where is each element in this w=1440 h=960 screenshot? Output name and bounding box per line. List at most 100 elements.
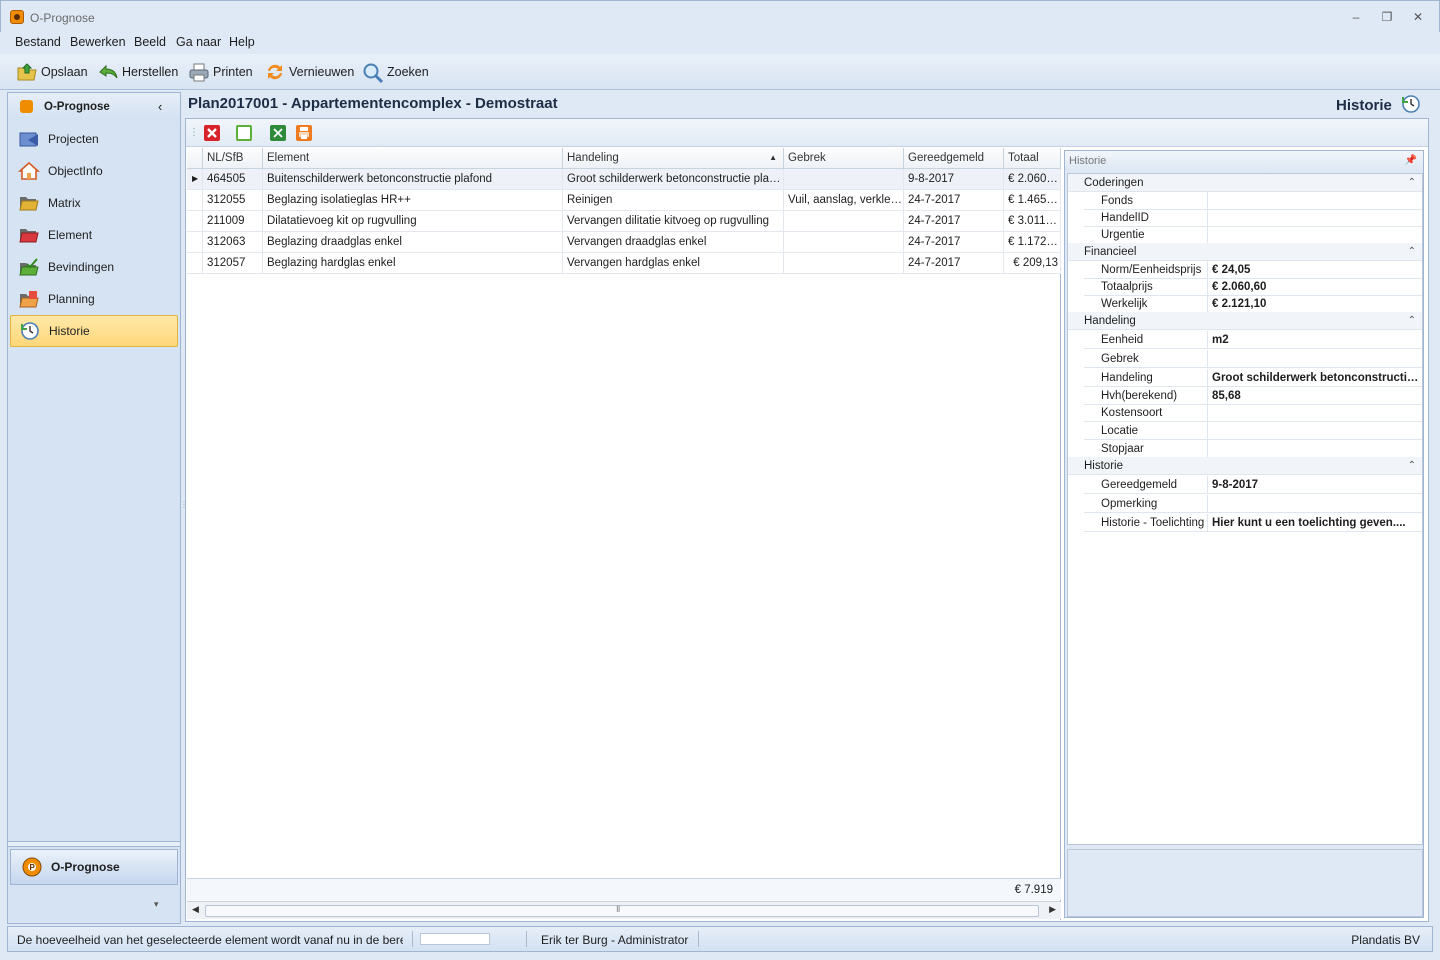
sidebar-item-objectinfo[interactable]: ObjectInfo [10, 155, 178, 187]
property-value[interactable] [1208, 495, 1422, 513]
cell-gereedgemeld[interactable]: 9-8-2017 [904, 169, 1004, 190]
property-value[interactable] [1208, 350, 1422, 368]
save-button[interactable]: Opslaan [16, 60, 88, 84]
property-row[interactable]: Gereedgemeld 9-8-2017 [1084, 476, 1422, 494]
refresh-button[interactable]: Vernieuwen [264, 60, 354, 84]
cell-element[interactable]: Buitenschilderwerk betonconstructie plaf… [263, 169, 563, 190]
cell-handeling[interactable]: Reinigen [563, 190, 784, 211]
cell-nlsfb[interactable]: 312055 [203, 190, 263, 211]
maximize-button[interactable]: ❐ [1376, 8, 1398, 26]
cell-element[interactable]: Beglazing hardglas enkel [263, 253, 563, 274]
cell-gebrek[interactable] [784, 211, 904, 232]
column-header-element[interactable]: Element [263, 148, 563, 169]
sidebar-item-bevindingen[interactable]: Bevindingen [10, 251, 178, 283]
property-value[interactable]: Hier kunt u een toelichting geven.... [1208, 514, 1422, 532]
property-row[interactable]: Fonds [1084, 192, 1422, 210]
cell-nlsfb[interactable]: 312057 [203, 253, 263, 274]
menu-beeld[interactable]: Beeld [134, 35, 166, 49]
table-row[interactable]: 312063 Beglazing draadglas enkel Vervang… [187, 232, 1061, 253]
property-value[interactable] [1208, 404, 1422, 422]
property-row[interactable]: Werkelijk € 2.121,10 [1084, 295, 1422, 313]
property-row[interactable]: Totaalprijs € 2.060,60 [1084, 278, 1422, 296]
property-row[interactable]: Eenheid m2 [1084, 331, 1422, 349]
category-financieel[interactable]: Financieel ⌃ [1068, 243, 1422, 261]
pin-icon[interactable]: 📌 [1405, 151, 1417, 171]
cell-gebrek[interactable] [784, 169, 904, 190]
restore-button[interactable]: Herstellen [97, 60, 178, 84]
property-row[interactable]: HandelID [1084, 209, 1422, 227]
category-historie[interactable]: Historie ⌃ [1068, 457, 1422, 475]
column-header-gebrek[interactable]: Gebrek [784, 148, 904, 169]
property-row[interactable]: Historie - Toelichting Hier kunt u een to… [1084, 514, 1422, 532]
property-row[interactable]: Urgentie [1084, 226, 1422, 244]
property-row[interactable]: Locatie [1084, 422, 1422, 440]
cell-handeling[interactable]: Groot schilderwerk betonconstructie plaf… [563, 169, 784, 190]
property-value[interactable] [1208, 422, 1422, 440]
cell-element[interactable]: Beglazing isolatieglas HR++ [263, 190, 563, 211]
column-header-handeling[interactable]: Handeling ▲ [563, 148, 784, 169]
property-value[interactable]: € 2.060,60 [1208, 278, 1422, 296]
cell-totaal[interactable]: € 3.011,45 [1004, 211, 1061, 232]
close-button[interactable]: ✕ [1407, 8, 1429, 26]
category-handeling[interactable]: Handeling ⌃ [1068, 312, 1422, 330]
property-value[interactable]: 9-8-2017 [1208, 476, 1422, 494]
cell-handeling[interactable]: Vervangen hardglas enkel [563, 253, 784, 274]
sidebar-item-matrix[interactable]: Matrix [10, 187, 178, 219]
menu-bewerken[interactable]: Bewerken [70, 35, 126, 49]
delete-icon[interactable] [204, 125, 220, 141]
cell-totaal[interactable]: € 1.172,72 [1004, 232, 1061, 253]
category-coderingen[interactable]: Coderingen ⌃ [1068, 174, 1422, 192]
menu-bestand[interactable]: Bestand [15, 35, 61, 49]
cell-nlsfb[interactable]: 211009 [203, 211, 263, 232]
menu-help[interactable]: Help [229, 35, 255, 49]
sidebar-resize-grip[interactable]: ⋮ [180, 500, 188, 516]
minimize-button[interactable]: – [1345, 8, 1367, 26]
cell-gereedgemeld[interactable]: 24-7-2017 [904, 253, 1004, 274]
cell-gebrek[interactable]: Vuil, aanslag, verkleuring [784, 190, 904, 211]
property-value[interactable] [1208, 209, 1422, 227]
cell-totaal[interactable]: € 1.465,00 [1004, 190, 1061, 211]
sidebar-item-projecten[interactable]: Projecten [10, 123, 178, 155]
property-value[interactable] [1208, 440, 1422, 458]
cell-gebrek[interactable] [784, 253, 904, 274]
property-value[interactable]: Groot schilderwerk betonconstructie plaf… [1208, 369, 1422, 387]
collapse-chevron-icon[interactable]: ⌃ [1408, 174, 1416, 192]
property-row[interactable]: Handeling Groot schilderwerk betonconstru… [1084, 369, 1422, 387]
scroll-thumb[interactable]: Ⅱ [205, 904, 1039, 917]
print-icon[interactable] [296, 125, 312, 141]
property-value[interactable] [1208, 226, 1422, 244]
cell-handeling[interactable]: Vervangen dilitatie kitvoeg op rugvullin… [563, 211, 784, 232]
cell-handeling[interactable]: Vervangen draadglas enkel [563, 232, 784, 253]
table-row[interactable]: 312055 Beglazing isolatieglas HR++ Reini… [187, 190, 1061, 211]
property-row[interactable]: Gebrek [1084, 350, 1422, 368]
cell-gereedgemeld[interactable]: 24-7-2017 [904, 190, 1004, 211]
search-button[interactable]: Zoeken [362, 60, 429, 84]
property-row[interactable]: Kostensoort [1084, 404, 1422, 422]
column-header-nlsfb[interactable]: NL/SfB [203, 148, 263, 169]
sidebar-item-planning[interactable]: Planning [10, 283, 178, 315]
column-header-gereedgemeld[interactable]: Gereedgemeld [904, 148, 1004, 169]
cell-element[interactable]: Beglazing draadglas enkel [263, 232, 563, 253]
excel-export-icon[interactable] [270, 125, 286, 141]
sidebar-bottom-prognose[interactable]: P O-Prognose [10, 849, 178, 885]
property-value[interactable]: m2 [1208, 331, 1422, 349]
table-row[interactable]: 312057 Beglazing hardglas enkel Vervange… [187, 253, 1061, 274]
property-value[interactable]: 85,68 [1208, 387, 1422, 405]
property-row[interactable]: Norm/Eenheidsprijs € 24,05 [1084, 261, 1422, 279]
cell-gebrek[interactable] [784, 232, 904, 253]
scroll-right-icon[interactable]: ▶ [1049, 904, 1056, 915]
column-header-totaal[interactable]: Totaal [1004, 148, 1061, 169]
table-row[interactable]: ▶ 464505 Buitenschilderwerk betonconstru… [187, 169, 1061, 190]
cell-nlsfb[interactable]: 312063 [203, 232, 263, 253]
window-icon[interactable] [236, 125, 252, 141]
horizontal-scrollbar[interactable]: ◀ Ⅱ ▶ [187, 901, 1061, 919]
cell-nlsfb[interactable]: 464505 [203, 169, 263, 190]
collapse-chevron-icon[interactable]: ⌃ [1408, 312, 1416, 330]
sidebar-overflow-chevron-icon[interactable]: ▾ [154, 899, 159, 910]
property-value[interactable] [1208, 192, 1422, 210]
sidebar-item-element[interactable]: Element [10, 219, 178, 251]
cell-element[interactable]: Dilatatievoeg kit op rugvulling [263, 211, 563, 232]
collapse-chevron-icon[interactable]: ‹ [158, 99, 162, 114]
cell-totaal[interactable]: € 2.060,60 [1004, 169, 1061, 190]
property-row[interactable]: Stopjaar [1084, 440, 1422, 458]
